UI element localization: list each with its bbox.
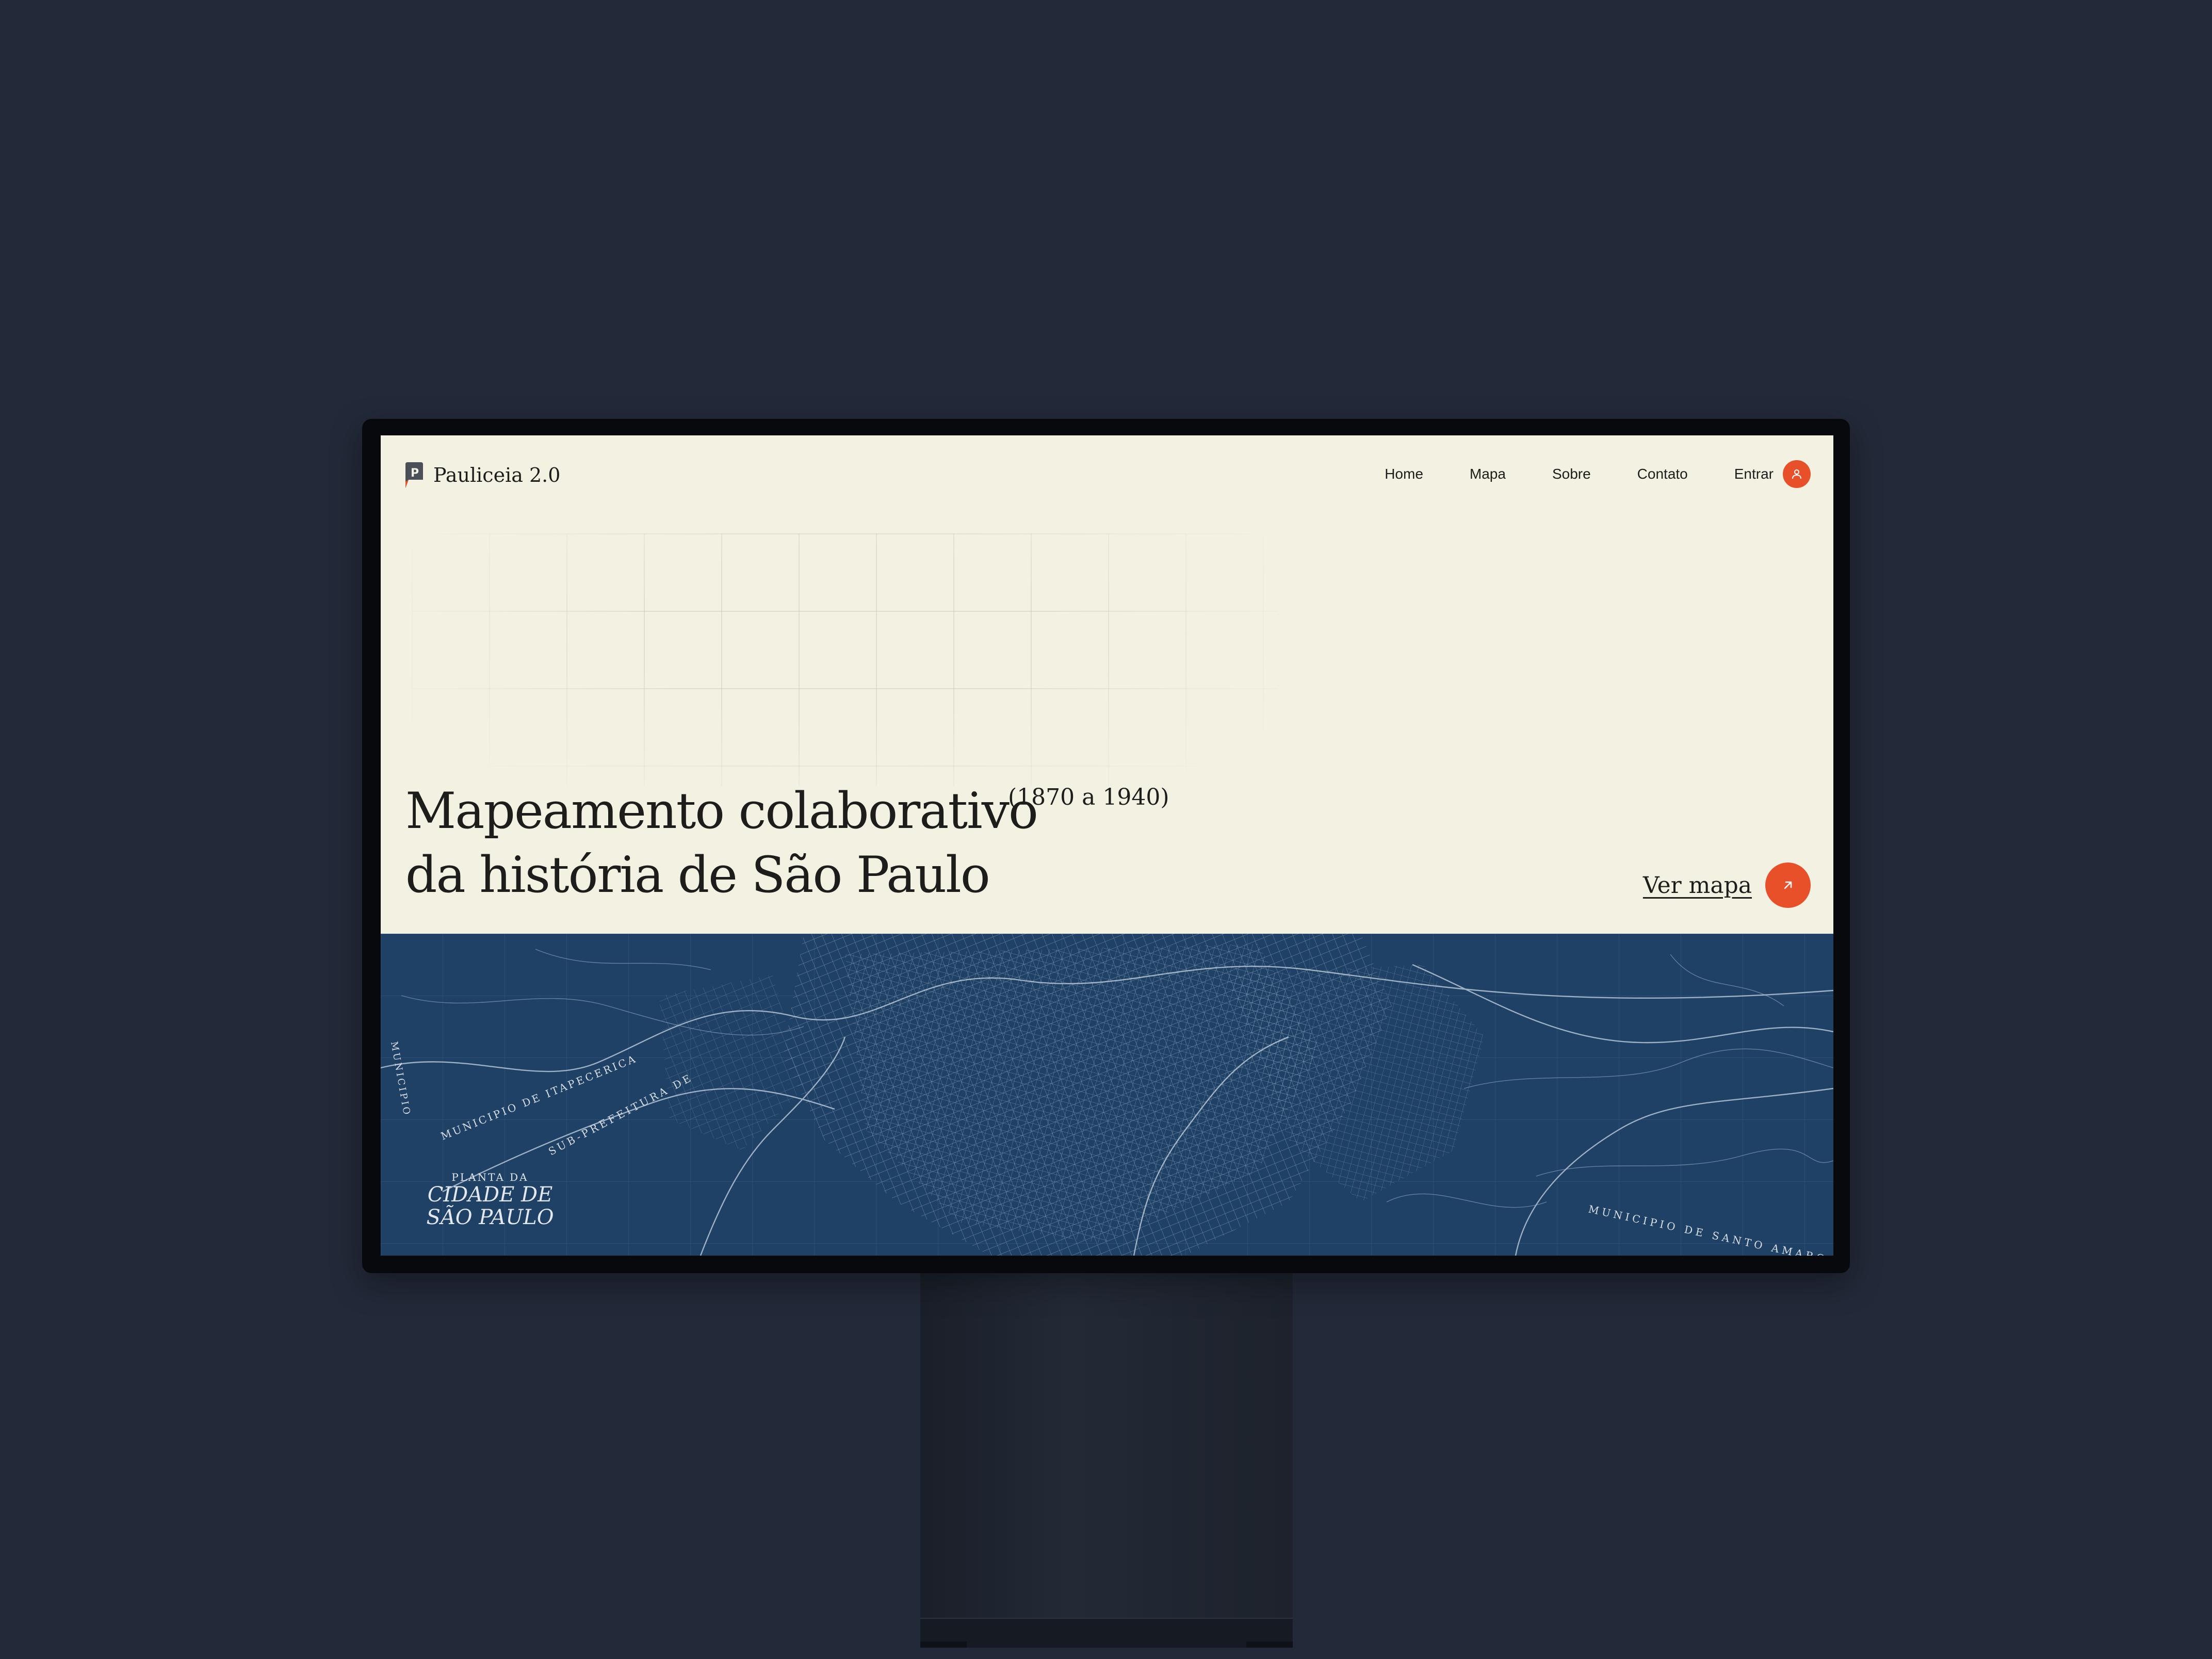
- map-cartouche: PLANTA DA CIDADE DE SÃO PAULO: [423, 1171, 557, 1229]
- ver-mapa-button[interactable]: [1765, 863, 1811, 908]
- ver-mapa-link[interactable]: Ver mapa: [1643, 863, 1811, 908]
- user-icon: [1792, 469, 1801, 479]
- monitor-stand-base: [920, 1618, 1293, 1648]
- nav-link-sobre[interactable]: Sobre: [1552, 466, 1591, 482]
- nav-link-mapa[interactable]: Mapa: [1470, 466, 1506, 482]
- ver-mapa-label[interactable]: Ver mapa: [1643, 872, 1752, 899]
- hero-title: Mapeamento colaborativo da história de S…: [405, 779, 1169, 907]
- hero-title-line-1: Mapeamento colaborativo: [405, 782, 1038, 840]
- historical-map[interactable]: MUNICIPIO DE ITAPECERICA SUB-PREFEITURA …: [381, 934, 1833, 1256]
- pauliceia-logo-icon: P: [405, 462, 423, 488]
- login-button[interactable]: Entrar: [1734, 460, 1811, 488]
- nav-links: Home Mapa Sobre Contato Entrar: [1385, 460, 1811, 488]
- brand[interactable]: P Pauliceia 2.0: [405, 462, 560, 488]
- brand-name: Pauliceia 2.0: [433, 464, 561, 486]
- top-navbar: P Pauliceia 2.0 Home Mapa Sobre Contato …: [381, 435, 1833, 518]
- hero-title-line-2: da história de São Paulo: [405, 846, 990, 904]
- user-icon-button[interactable]: [1783, 460, 1811, 488]
- decorative-grid: [412, 533, 1278, 786]
- cartouche-line-1: PLANTA DA: [451, 1171, 529, 1183]
- website-screen: P Pauliceia 2.0 Home Mapa Sobre Contato …: [381, 435, 1833, 1256]
- svg-text:P: P: [411, 467, 419, 480]
- hero-years: (1870 a 1940): [1008, 784, 1169, 810]
- login-label: Entrar: [1734, 466, 1774, 482]
- cartouche-line-2: CIDADE DE SÃO PAULO: [426, 1183, 554, 1229]
- nav-link-home[interactable]: Home: [1385, 466, 1423, 482]
- monitor-stand: [920, 1269, 1293, 1620]
- nav-link-contato[interactable]: Contato: [1637, 466, 1688, 482]
- arrow-up-right-icon: [1784, 881, 1792, 889]
- map-artwork: MUNICIPIO DE ITAPECERICA SUB-PREFEITURA …: [381, 934, 1833, 1256]
